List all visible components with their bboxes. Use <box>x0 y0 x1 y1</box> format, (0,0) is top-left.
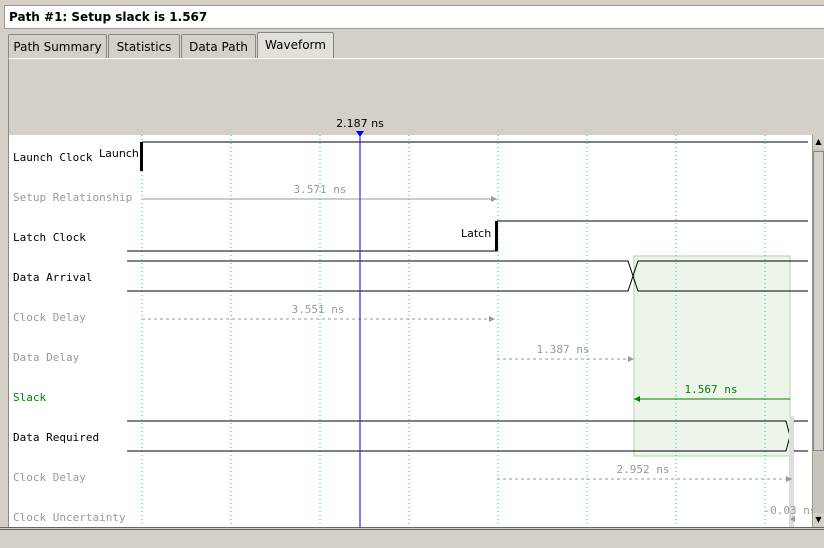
row-label-1: Setup Relationship <box>13 191 132 204</box>
row-label-2: Latch Clock <box>13 231 86 244</box>
data-delay-value: 1.387 ns <box>537 343 590 356</box>
row-label-6: Slack <box>13 391 46 404</box>
latch-edge <box>495 221 498 251</box>
clock-delay-latch-value: 2.952 ns <box>617 463 670 476</box>
slack-region <box>633 255 791 457</box>
cursor-time-label: 2.187 ns <box>336 117 384 130</box>
launch-label: Launch <box>99 147 139 160</box>
latch-label: Latch <box>461 227 491 240</box>
vertical-scrollbar[interactable]: ▲ ▼ <box>812 135 824 527</box>
scroll-down-icon[interactable]: ▼ <box>813 513 824 527</box>
slack-value: 1.567 ns <box>685 383 738 396</box>
scroll-up-icon[interactable]: ▲ <box>813 135 824 149</box>
row-label-5: Data Delay <box>13 351 80 364</box>
launch-edge <box>140 142 143 171</box>
row-label-9: Clock Uncertainty <box>13 511 126 524</box>
setup-relationship-value: 3.571 ns <box>294 183 347 196</box>
waveform-view: Launch Clock Setup Relationship Latch Cloc… <box>9 117 817 527</box>
scrollbar-thumb[interactable] <box>813 151 824 451</box>
row-label-8: Clock Delay <box>13 471 86 484</box>
row-label-0: Launch Clock <box>13 151 93 164</box>
row-label-7: Data Required <box>13 431 99 444</box>
row-label-3: Data Arrival <box>13 271 92 284</box>
clock-delay-launch-value: 3.551 ns <box>292 303 345 316</box>
clock-uncertainty-value: -0.03 ns <box>764 504 817 517</box>
row-label-4: Clock Delay <box>13 311 86 324</box>
